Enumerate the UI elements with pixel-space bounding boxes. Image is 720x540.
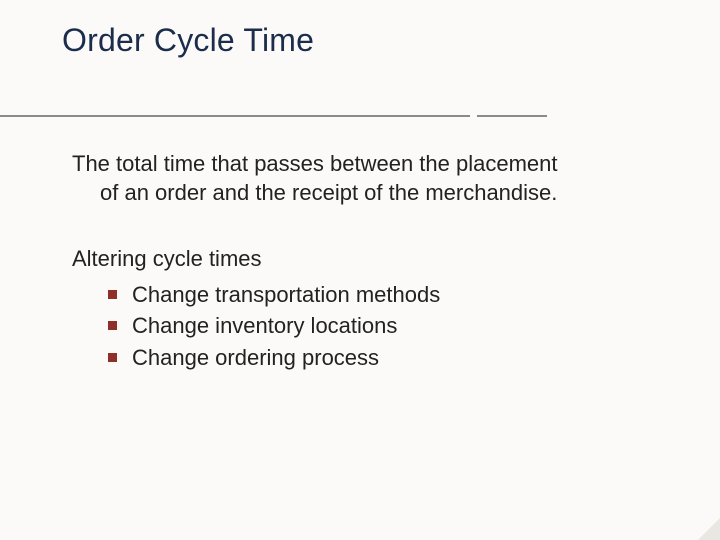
list-item-label: Change inventory locations: [132, 313, 397, 338]
square-bullet-icon: [108, 321, 117, 330]
divider-segment-left: [0, 115, 470, 117]
list-item: Change transportation methods: [72, 280, 662, 310]
page-corner-fold-icon: [698, 518, 720, 540]
altering-heading: Altering cycle times: [72, 245, 662, 274]
list-item: Change inventory locations: [72, 311, 662, 341]
slide-title: Order Cycle Time: [62, 22, 314, 59]
definition-line-2: of an order and the receipt of the merch…: [72, 179, 662, 208]
list-item-label: Change transportation methods: [132, 282, 440, 307]
title-divider: [0, 115, 720, 127]
altering-list: Change transportation methods Change inv…: [72, 280, 662, 373]
definition-text: The total time that passes between the p…: [72, 150, 662, 207]
divider-segment-right: [477, 115, 547, 117]
list-item: Change ordering process: [72, 343, 662, 373]
square-bullet-icon: [108, 353, 117, 362]
slide-body: The total time that passes between the p…: [72, 150, 662, 375]
list-item-label: Change ordering process: [132, 345, 379, 370]
slide: Order Cycle Time The total time that pas…: [0, 0, 720, 540]
definition-line-1: The total time that passes between the p…: [72, 150, 662, 179]
square-bullet-icon: [108, 290, 117, 299]
